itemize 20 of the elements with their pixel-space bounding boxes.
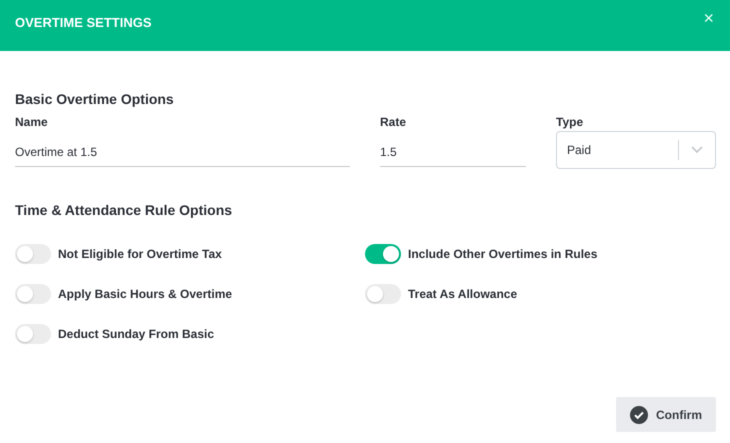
field-label: Name (15, 115, 49, 129)
type-select[interactable]: Paid (556, 131, 716, 169)
toggle-label: Treat As Allowance (408, 287, 518, 301)
toggle-switch[interactable] (365, 244, 401, 264)
section-heading: Time & Attendance Rule Options (15, 202, 234, 218)
toggle-switch[interactable] (365, 284, 401, 304)
toggle-switch[interactable] (15, 284, 51, 304)
window-title: OVERTIME SETTINGS (15, 15, 152, 30)
section-heading: Basic Overtime Options (15, 91, 175, 107)
field-label: Type (556, 115, 584, 129)
field-label: Rate (380, 115, 408, 129)
toggle-switch[interactable] (15, 244, 51, 264)
check-circle-icon (630, 406, 648, 424)
toggle-label: Not Eligible for Overtime Tax (58, 247, 222, 261)
toggle-switch[interactable] (15, 324, 51, 344)
toggle-label: Include Other Overtimes in Rules (408, 247, 598, 261)
toggle-label: Deduct Sunday From Basic (58, 327, 214, 341)
confirm-button[interactable]: Confirm (616, 397, 716, 432)
toggle-label: Apply Basic Hours & Overtime (58, 287, 232, 301)
chevron-down-icon (691, 146, 703, 154)
